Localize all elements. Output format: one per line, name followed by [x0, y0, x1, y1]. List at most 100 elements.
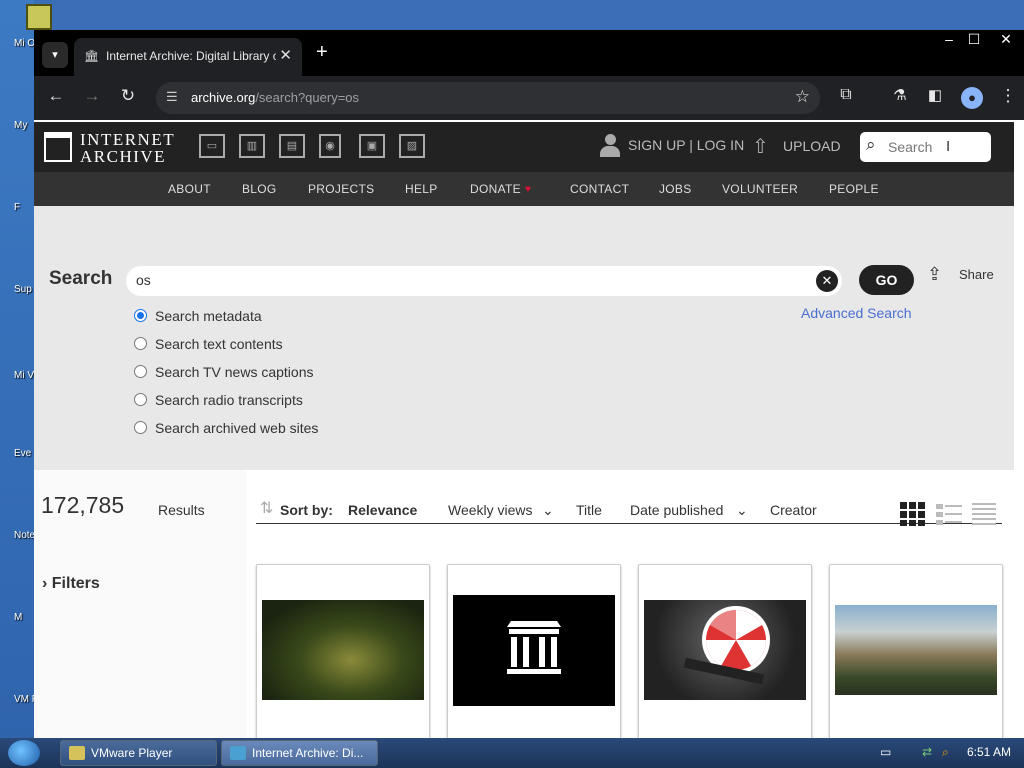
- desktop-icon-8[interactable]: VM P: [14, 694, 34, 705]
- radio-label: Search TV news captions: [155, 364, 314, 380]
- desktop-icon-6[interactable]: Note: [14, 530, 34, 541]
- desktop-app-icon[interactable]: [26, 4, 52, 30]
- nav-help[interactable]: HELP: [405, 182, 438, 196]
- url-path: /search?query=os: [255, 90, 360, 105]
- tab-strip: ▾ 🏛 Internet Archive: Digital Library of…: [34, 30, 1024, 76]
- compact-list-icon[interactable]: [972, 502, 998, 526]
- upload-arrow-icon[interactable]: ⇧: [752, 134, 769, 159]
- tab-internet-archive[interactable]: 🏛 Internet Archive: Digital Library of F…: [74, 38, 302, 76]
- radio-label: Search archived web sites: [155, 420, 319, 436]
- profile-avatar-icon[interactable]: ●: [961, 87, 983, 109]
- forward-arrow-icon[interactable]: →: [80, 86, 104, 106]
- extensions-icon[interactable]: ⧉: [834, 86, 858, 104]
- radio-button[interactable]: [134, 393, 147, 406]
- desktop-icon-0[interactable]: Mi O: [14, 38, 34, 49]
- video-icon[interactable]: ▤: [279, 134, 305, 158]
- share-link[interactable]: Share: [959, 267, 994, 282]
- web-icon[interactable]: ▭: [199, 134, 225, 158]
- list-view-icon[interactable]: [936, 502, 962, 526]
- site-info-icon[interactable]: ☰: [166, 89, 178, 105]
- nav-about[interactable]: ABOUT: [168, 182, 211, 196]
- tile-view-icon[interactable]: [900, 502, 926, 526]
- radio-button[interactable]: [134, 365, 147, 378]
- chevron-down-icon[interactable]: ⌄: [736, 502, 748, 519]
- result-card[interactable]: [638, 564, 812, 740]
- nav-projects[interactable]: PROJECTS: [308, 182, 374, 196]
- desktop-icon-4[interactable]: Mi Visu: [14, 370, 34, 381]
- desktop-icon-1[interactable]: My: [14, 120, 34, 131]
- mountain-valley-thumbnail: [835, 605, 997, 695]
- desktop-icon-5[interactable]: Eve: [14, 448, 34, 459]
- nav-volunteer[interactable]: VOLUNTEER: [722, 182, 798, 196]
- desktop-icon-2[interactable]: F: [14, 202, 34, 213]
- share-icon[interactable]: ⇪: [927, 264, 942, 285]
- new-tab-plus-icon[interactable]: +: [316, 41, 328, 64]
- labs-flask-icon[interactable]: ⚗: [888, 86, 912, 104]
- clear-search-icon[interactable]: ✕: [816, 270, 838, 292]
- sort-title[interactable]: Title: [576, 502, 602, 518]
- images-icon[interactable]: ▨: [399, 134, 425, 158]
- radio-label: Search text contents: [155, 336, 283, 352]
- reload-icon[interactable]: ↻: [116, 86, 140, 106]
- result-card[interactable]: [256, 564, 430, 740]
- browser-menu-icon[interactable]: ⋮: [996, 86, 1020, 106]
- nav-blog[interactable]: BLOG: [242, 182, 277, 196]
- search-placeholder: Search: [888, 139, 933, 155]
- keyboard-tray-icon[interactable]: ▭: [880, 745, 891, 759]
- nav-people[interactable]: PEOPLE: [829, 182, 879, 196]
- radio-button[interactable]: [134, 337, 147, 350]
- result-card[interactable]: [447, 564, 621, 740]
- logo-text-line2: ARCHIVE: [80, 147, 167, 166]
- advanced-search-link[interactable]: Advanced Search: [801, 305, 912, 321]
- ia-header-search-input[interactable]: ⌕ Search I: [860, 132, 991, 162]
- tab-close-icon[interactable]: ✕: [279, 46, 292, 64]
- software-icon[interactable]: ▣: [359, 134, 385, 158]
- nav-jobs[interactable]: JOBS: [659, 182, 692, 196]
- desktop-icon-3[interactable]: Sup: [14, 284, 34, 295]
- radio-button[interactable]: [134, 309, 147, 322]
- nav-donate[interactable]: DONATE: [470, 182, 521, 196]
- system-clock: 6:51 AM: [967, 745, 1012, 759]
- bookmark-star-icon[interactable]: ☆: [795, 87, 810, 107]
- upload-link[interactable]: UPLOAD: [783, 138, 841, 154]
- radio-button[interactable]: [134, 421, 147, 434]
- filters-toggle[interactable]: › Filters: [42, 575, 100, 593]
- close-window-button[interactable]: ✕: [991, 31, 1021, 48]
- sort-weekly-views[interactable]: Weekly views: [448, 502, 533, 518]
- address-bar[interactable]: ☰ archive.org/search?query=os ☆: [156, 82, 820, 114]
- desktop-icon-label: Eve: [14, 448, 32, 459]
- desktop-icon-label: M: [14, 612, 23, 623]
- desktop-icon-7[interactable]: M: [14, 612, 34, 623]
- task-vmware-player[interactable]: VMware Player: [60, 740, 217, 766]
- desktop-icon-label: VM P: [14, 694, 34, 705]
- chevron-down-icon[interactable]: ⌄: [542, 502, 554, 519]
- tab-search-button[interactable]: ▾: [42, 42, 68, 68]
- search-tray-icon[interactable]: ⌕: [942, 745, 949, 760]
- sort-relevance[interactable]: Relevance: [348, 502, 417, 518]
- sort-creator[interactable]: Creator: [770, 502, 817, 518]
- sort-date-published[interactable]: Date published: [630, 502, 723, 518]
- maximize-button[interactable]: ☐: [959, 31, 989, 48]
- search-label: Search: [49, 268, 113, 289]
- sort-direction-icon[interactable]: ⇅: [260, 498, 273, 518]
- nav-contact[interactable]: CONTACT: [570, 182, 629, 196]
- results-area: 172,785 Results › Filters ⇅ Sort by: Rel…: [34, 470, 1014, 740]
- result-card[interactable]: [829, 564, 1003, 740]
- network-tray-icon[interactable]: ⇄: [922, 745, 932, 759]
- results-count: 172,785: [41, 492, 125, 518]
- desktop-icon-label: Note: [14, 530, 34, 541]
- texts-icon[interactable]: ▥: [239, 134, 265, 158]
- ia-logo[interactable]: INTERNET ARCHIVE: [44, 130, 184, 166]
- user-icon[interactable]: [600, 134, 620, 158]
- side-panel-icon[interactable]: ◧: [923, 86, 947, 104]
- search-panel: Search os ✕ GO ⇪ Share Advanced Search S…: [34, 206, 1014, 470]
- go-button[interactable]: GO: [859, 265, 914, 295]
- audio-icon[interactable]: ◉: [319, 134, 341, 158]
- archive-building-icon: [507, 621, 561, 674]
- task-internet-archive[interactable]: Internet Archive: Di...: [221, 740, 378, 766]
- main-search-input[interactable]: os ✕: [126, 266, 842, 296]
- signup-login-link[interactable]: SIGN UP | LOG IN: [628, 137, 744, 153]
- start-button[interactable]: [8, 740, 40, 766]
- radio-label: Search metadata: [155, 308, 262, 324]
- back-arrow-icon[interactable]: ←: [44, 86, 68, 106]
